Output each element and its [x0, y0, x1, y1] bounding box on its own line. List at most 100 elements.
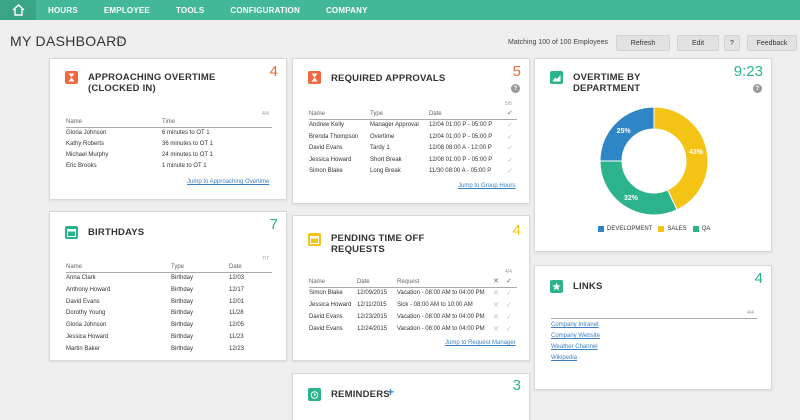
card-count: 5 — [512, 63, 521, 80]
employee-name[interactable]: Jessica Howard — [66, 334, 108, 340]
jump-group-hours-link[interactable]: Jump to Group Hours — [458, 183, 515, 189]
overtime-dept-card: OVERTIME BY DEPARTMENT 9:23 ? 25% 43% 32% … — [534, 58, 772, 252]
link-company-intranet[interactable]: Company Intranet — [551, 322, 599, 328]
employee-name[interactable]: Simon Blake — [309, 168, 343, 174]
edit-button[interactable]: Edit — [677, 35, 719, 51]
link-company-website[interactable]: Company Website — [551, 333, 600, 339]
employee-name[interactable]: Brenda Thompson — [309, 134, 358, 140]
approve-checkmark-icon[interactable]: ✓ — [507, 121, 513, 129]
pagination-count: 5/5 — [505, 101, 512, 107]
approve-checkmark-icon[interactable]: ✓ — [507, 144, 513, 152]
card-title: PENDING TIME OFF REQUESTS — [331, 233, 425, 255]
approval-date: 11/30 08:00 A - 05:00 P — [429, 168, 492, 174]
employee-name[interactable]: Eric Brooks — [66, 163, 97, 169]
event-type: Birthday — [171, 298, 194, 305]
col-header-request: Request — [397, 279, 420, 285]
approve-checkmark-icon[interactable]: ✓ — [507, 167, 513, 175]
nav-configuration[interactable]: CONFIGURATION — [230, 6, 300, 15]
feedback-button[interactable]: Feedback — [747, 35, 797, 51]
chart-legend: DEVELOPMENT SALES QA — [598, 226, 710, 232]
legend-swatch-qa — [692, 226, 699, 232]
employee-name[interactable]: Anthony Howard — [66, 287, 110, 293]
employee-name[interactable]: Jessica Howard — [309, 157, 351, 163]
event-date: 12/03 — [229, 275, 245, 281]
request-detail: Vacation - 08:00 AM to 04:00 PM — [397, 326, 485, 332]
deny-all-icon[interactable]: ✕ — [493, 277, 499, 285]
hourglass-icon — [308, 71, 321, 84]
matching-count: Matching 100 of 100 Employees — [508, 39, 609, 46]
link-wikipedia[interactable]: Wikipedia — [551, 355, 577, 361]
divider — [551, 318, 757, 319]
request-date: 12/09/2015 — [357, 290, 388, 296]
employee-name[interactable]: David Evans — [309, 145, 343, 151]
link-weather-channel[interactable]: Weather Channel — [551, 344, 598, 350]
event-date: 12/01 — [229, 298, 245, 305]
event-type: Birthday — [171, 322, 194, 329]
star-icon — [550, 280, 563, 293]
approve-checkmark-icon[interactable]: ✓ — [506, 289, 512, 297]
employee-name[interactable]: Gloria Johnson — [66, 322, 106, 328]
add-reminder-button[interactable]: + — [387, 385, 394, 399]
reminders-card: REMINDERS + 3 — [292, 373, 530, 420]
time-to-overtime: 1 minute to OT 1 — [162, 163, 207, 169]
pagination-count: 4/4 — [262, 111, 269, 117]
help-icon[interactable]: ? — [511, 84, 520, 93]
event-type: Birthday — [171, 334, 194, 340]
deny-icon[interactable]: ✕ — [493, 289, 499, 297]
hourglass-icon — [65, 71, 78, 84]
request-date: 12/24/2015 — [357, 326, 388, 332]
request-date: 12/11/2015 — [357, 302, 387, 308]
employee-name[interactable]: Dorothy Young — [66, 310, 105, 316]
calendar-icon — [308, 233, 321, 246]
jump-request-manager-link[interactable]: Jump to Request Manager — [445, 340, 516, 346]
approve-all-icon[interactable]: ✓ — [506, 277, 512, 285]
approve-checkmark-icon[interactable]: ✓ — [506, 301, 512, 309]
employee-name[interactable]: Gloria Johnson — [66, 130, 106, 136]
donut-chart: 25% 43% 32% — [599, 106, 709, 216]
star-icon[interactable]: ☆ — [114, 33, 125, 47]
employee-name[interactable]: Jessica Howard — [309, 302, 351, 308]
deny-icon[interactable]: ✕ — [493, 325, 499, 333]
slice-qa[interactable] — [599, 160, 678, 216]
approve-all-icon[interactable]: ✓ — [507, 109, 513, 117]
employee-name[interactable]: Michael Murphy — [66, 152, 108, 158]
jump-overtime-link[interactable]: Jump to Approaching Overtime — [187, 179, 269, 185]
refresh-button[interactable]: Refresh — [616, 35, 670, 51]
approve-checkmark-icon[interactable]: ✓ — [506, 313, 512, 321]
approval-type: Long Break — [370, 168, 401, 174]
nav-hours[interactable]: HOURS — [48, 6, 78, 15]
card-title: REMINDERS — [331, 389, 390, 400]
divider — [309, 119, 517, 120]
home-button[interactable] — [0, 0, 36, 20]
deny-icon[interactable]: ✕ — [493, 313, 499, 321]
nav-company[interactable]: COMPANY — [326, 6, 368, 15]
employee-name[interactable]: Simon Blake — [309, 290, 343, 296]
employee-name[interactable]: David Evans — [66, 299, 100, 305]
pagination-count: 7/7 — [262, 256, 269, 262]
help-icon[interactable]: ? — [753, 84, 762, 93]
employee-name[interactable]: Andrew Kelly — [309, 122, 344, 128]
employee-name[interactable]: David Evans — [309, 326, 343, 332]
col-header-type: Type — [370, 111, 384, 117]
card-count: 7 — [269, 216, 278, 233]
approval-date: 12/04 01:00 P - 05:00 P — [429, 122, 493, 128]
request-date: 12/23/2015 — [357, 314, 388, 320]
help-button[interactable]: ? — [724, 35, 740, 51]
event-date: 12/17 — [229, 286, 245, 293]
col-header-type: Type — [171, 264, 185, 270]
employee-name[interactable]: David Evans — [309, 314, 343, 320]
employee-name[interactable]: Kathy Roberts — [66, 141, 104, 147]
approve-checkmark-icon[interactable]: ✓ — [507, 133, 513, 141]
employee-name[interactable]: Anna Clark — [66, 275, 96, 281]
approval-type: Overtime — [370, 133, 395, 140]
approve-checkmark-icon[interactable]: ✓ — [506, 325, 512, 333]
time-to-overtime: 6 minutes to OT 1 — [162, 130, 210, 136]
nav-employee[interactable]: EMPLOYEE — [104, 6, 150, 15]
nav-tools[interactable]: TOOLS — [176, 6, 204, 15]
approval-date: 12/04 01:00 P - 05:00 P — [429, 133, 493, 140]
deny-icon[interactable]: ✕ — [493, 301, 499, 309]
employee-name[interactable]: Martin Baker — [66, 346, 100, 352]
legend-development: DEVELOPMENT — [607, 226, 653, 232]
approve-checkmark-icon[interactable]: ✓ — [507, 156, 513, 164]
label-qa: 32% — [624, 195, 639, 202]
